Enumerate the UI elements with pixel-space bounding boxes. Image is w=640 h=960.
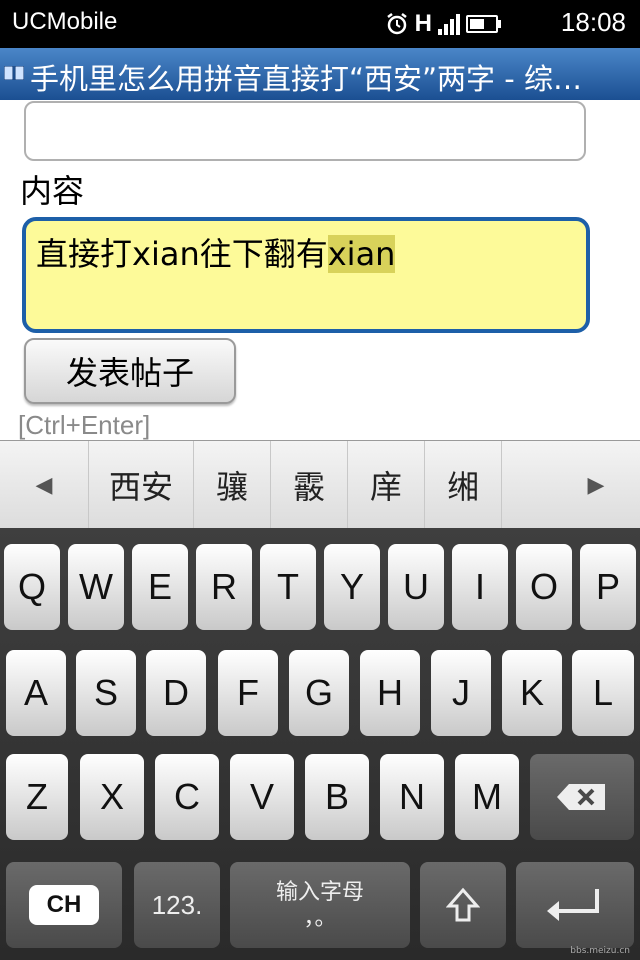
shift-key[interactable] <box>420 862 506 948</box>
composing-text: xian <box>327 235 396 273</box>
key-h[interactable]: H <box>360 650 420 736</box>
key-e[interactable]: E <box>132 544 188 630</box>
browser-title-bar: 手机里怎么用拼音直接打“西安”两字 - 综… <box>0 48 640 100</box>
shift-icon <box>446 887 480 922</box>
status-bar: UCMobile H 18:08 <box>0 0 640 48</box>
space-label: 输入字母 <box>275 879 364 904</box>
enter-key[interactable] <box>516 862 634 948</box>
submit-post-button[interactable]: 发表帖子 <box>24 338 236 404</box>
key-f[interactable]: F <box>218 650 278 736</box>
candidate-1[interactable]: 西安 <box>88 441 193 529</box>
candidate-5[interactable]: 缃 <box>424 441 501 529</box>
battery-icon <box>466 15 501 33</box>
alarm-icon <box>386 13 407 35</box>
key-r[interactable]: R <box>196 544 252 630</box>
key-g[interactable]: G <box>289 650 349 736</box>
title-input[interactable] <box>24 101 586 161</box>
key-v[interactable]: V <box>230 754 294 840</box>
key-k[interactable]: K <box>502 650 562 736</box>
key-s[interactable]: S <box>76 650 136 736</box>
candidate-2[interactable]: 骧 <box>193 441 270 529</box>
content-textarea[interactable]: 直接打xian往下翻有xian <box>22 217 590 333</box>
key-z[interactable]: Z <box>6 754 68 840</box>
key-w[interactable]: W <box>68 544 124 630</box>
backspace-key[interactable] <box>530 754 634 840</box>
space-key[interactable]: 输入字母 ，。 <box>230 862 410 948</box>
key-p[interactable]: P <box>580 544 636 630</box>
key-d[interactable]: D <box>146 650 206 736</box>
key-l[interactable]: L <box>572 650 634 736</box>
key-o[interactable]: O <box>516 544 572 630</box>
key-j[interactable]: J <box>431 650 491 736</box>
key-c[interactable]: C <box>155 754 219 840</box>
space-sublabel: ，。 <box>303 905 337 930</box>
key-u[interactable]: U <box>388 544 444 630</box>
key-a[interactable]: A <box>6 650 66 736</box>
page-icon <box>4 66 24 80</box>
enter-icon <box>547 889 599 921</box>
shortcut-hint: [Ctrl+Enter] <box>18 410 151 440</box>
key-x[interactable]: X <box>80 754 144 840</box>
number-mode-key[interactable]: 123. <box>134 862 220 948</box>
content-label: 内容 <box>20 172 85 210</box>
backspace-icon <box>557 784 605 810</box>
status-icons: H <box>385 10 501 38</box>
candidates-prev-icon[interactable]: ◀ <box>0 441 88 529</box>
key-t[interactable]: T <box>260 544 316 630</box>
clock: 18:08 <box>560 7 626 37</box>
page-title: 手机里怎么用拼音直接打“西安”两字 - 综… <box>30 62 582 96</box>
soft-keyboard: Q W E R T Y U I O P A S D F G H J K L Z … <box>0 528 640 960</box>
key-i[interactable]: I <box>452 544 508 630</box>
key-n[interactable]: N <box>380 754 444 840</box>
app-name: UCMobile <box>12 8 118 35</box>
lang-label: CH <box>29 885 99 925</box>
language-switch-key[interactable]: CH <box>6 862 122 948</box>
candidates-next-icon[interactable]: ▶ <box>552 441 640 529</box>
key-q[interactable]: Q <box>4 544 60 630</box>
key-y[interactable]: Y <box>324 544 380 630</box>
candidate-4[interactable]: 庠 <box>347 441 424 529</box>
key-m[interactable]: M <box>455 754 519 840</box>
candidate-3[interactable]: 霰 <box>270 441 347 529</box>
candidate-bar: ◀ 西安 骧 霰 庠 缃 ▶ <box>0 440 640 529</box>
web-page: 内容 直接打xian往下翻有xian 发表帖子 [Ctrl+Enter] <box>0 100 640 440</box>
signal-icon <box>438 13 460 35</box>
content-text: 直接打xian往下翻有xian <box>36 235 396 273</box>
network-type: H <box>414 10 432 37</box>
watermark: bbs.meizu.cn <box>570 946 630 956</box>
key-b[interactable]: B <box>305 754 369 840</box>
